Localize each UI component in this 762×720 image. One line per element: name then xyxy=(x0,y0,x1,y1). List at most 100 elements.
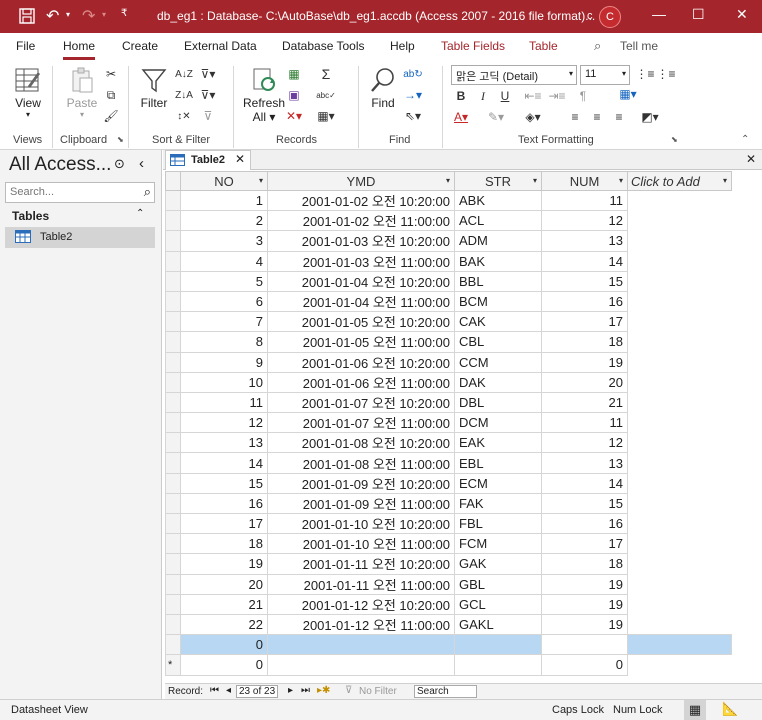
cell-num[interactable]: 15 xyxy=(541,492,628,515)
cell-num[interactable]: 14 xyxy=(541,250,628,272)
table-row[interactable]: 6 2001-01-04 오전 11:00:00 BCM 16 xyxy=(165,290,732,313)
find-button[interactable]: Find xyxy=(367,64,399,110)
row-selector[interactable] xyxy=(165,452,181,474)
table-row[interactable]: 10 2001-01-06 오전 11:00:00 DAK 20 xyxy=(165,371,732,393)
nav-search-box[interactable]: ⌕ xyxy=(5,182,155,203)
cell-empty[interactable] xyxy=(454,654,542,676)
table-row[interactable]: 14 2001-01-08 오전 11:00:00 EBL 13 xyxy=(165,452,732,474)
row-selector[interactable] xyxy=(165,533,181,555)
undo-icon[interactable]: ↶ xyxy=(46,6,59,26)
row-selector[interactable] xyxy=(165,391,181,414)
cell-num[interactable]: 20 xyxy=(541,371,628,393)
cell-no[interactable]: 18 xyxy=(180,533,268,555)
cell-empty[interactable] xyxy=(628,453,732,473)
cell-num[interactable]: 11 xyxy=(541,189,628,212)
cell-num[interactable]: 21 xyxy=(541,391,628,414)
row-selector[interactable] xyxy=(165,613,181,636)
cell-str[interactable]: DAK xyxy=(454,371,542,393)
select-icon[interactable]: ⇖▾ xyxy=(403,107,423,125)
more-records-icon[interactable]: ▦▾ xyxy=(316,107,336,125)
cell-num[interactable]: 0 xyxy=(541,654,628,676)
column-dropdown-icon[interactable]: ▾ xyxy=(259,176,263,185)
paste-button[interactable]: Paste ▾ xyxy=(66,64,98,119)
cell-num[interactable]: 17 xyxy=(541,311,628,333)
table-row[interactable]: 2 2001-01-02 오전 11:00:00 ACL 12 xyxy=(165,210,732,232)
cell-ymd[interactable]: 2001-01-03 오전 10:20:00 xyxy=(267,230,455,252)
table-row[interactable]: 8 2001-01-05 오전 11:00:00 CBL 18 xyxy=(165,331,732,353)
cell-selected[interactable] xyxy=(541,634,628,656)
record-search-field[interactable]: Search xyxy=(414,685,477,698)
row-selector[interactable] xyxy=(165,593,181,615)
cell-no[interactable]: 1 xyxy=(180,189,268,212)
new-record-icon[interactable]: ▦ xyxy=(284,65,304,83)
cell-ymd[interactable]: 2001-01-02 오전 10:20:00 xyxy=(267,189,455,212)
lightbulb-icon[interactable]: ⌕ xyxy=(594,38,601,54)
table-row[interactable]: 18 2001-01-10 오전 11:00:00 FCM 17 xyxy=(165,533,732,555)
table-row[interactable]: 13 2001-01-08 오전 10:20:00 EAK 12 xyxy=(165,432,732,454)
cell-empty[interactable] xyxy=(628,231,732,251)
dialog-launcher-icon[interactable]: ⬊ xyxy=(671,135,678,144)
row-selector[interactable] xyxy=(165,331,181,353)
nav-collapse-icon[interactable]: ‹ xyxy=(139,155,144,172)
align-center-icon[interactable]: ≡ xyxy=(587,108,607,126)
numbering-icon[interactable]: ⋮≡ xyxy=(656,65,676,83)
current-record-field[interactable]: 23 of 23 xyxy=(236,685,278,698)
new-row-marker[interactable]: * xyxy=(165,654,181,676)
table-row[interactable]: 5 2001-01-04 오전 10:20:00 BBL 15 xyxy=(165,270,732,292)
highlight-icon[interactable]: ✎▾ xyxy=(486,108,506,126)
cell-empty[interactable] xyxy=(628,392,732,412)
cell-no[interactable]: 10 xyxy=(180,371,268,393)
toggle-filter-icon[interactable]: ⊽ xyxy=(198,107,218,125)
cell-selected[interactable] xyxy=(267,634,455,656)
cell-num[interactable]: 11 xyxy=(541,412,628,434)
column-dropdown-icon[interactable]: ▾ xyxy=(446,176,450,185)
go-to-icon[interactable]: →▾ xyxy=(403,86,423,104)
cell-empty[interactable] xyxy=(628,413,732,433)
cell-ymd[interactable]: 2001-01-10 오전 10:20:00 xyxy=(267,512,455,535)
cell-ymd[interactable]: 2001-01-08 오전 10:20:00 xyxy=(267,432,455,454)
tab-create[interactable]: Create xyxy=(122,39,158,53)
cell-str[interactable]: FCM xyxy=(454,533,542,555)
cell-empty[interactable] xyxy=(628,332,732,352)
table-row[interactable]: 22 2001-01-12 오전 11:00:00 GAKL 19 xyxy=(165,613,732,636)
cell-empty[interactable] xyxy=(628,352,732,372)
cell-str[interactable]: FBL xyxy=(454,512,542,535)
cell-no[interactable]: 16 xyxy=(180,492,268,515)
row-selector[interactable] xyxy=(165,512,181,535)
cell-ymd[interactable]: 2001-01-12 오전 11:00:00 xyxy=(267,613,455,636)
new-record-row[interactable]: * 0 0 xyxy=(165,654,732,676)
first-record-icon[interactable]: ⏮ xyxy=(210,685,219,696)
totals-icon[interactable]: Σ xyxy=(316,65,336,83)
cell-num[interactable]: 12 xyxy=(541,432,628,454)
no-filter-label[interactable]: No Filter xyxy=(359,686,397,697)
collapse-ribbon-icon[interactable]: ⌃ xyxy=(741,134,749,145)
sort-ascending-icon[interactable]: A↓Z xyxy=(174,65,194,83)
decrease-indent-icon[interactable]: ⇤≡ xyxy=(523,87,543,105)
column-header-str[interactable]: STR ▾ xyxy=(454,171,542,191)
close-tab-icon[interactable]: ✕ xyxy=(235,152,245,166)
cell-ymd[interactable]: 2001-01-11 오전 10:20:00 xyxy=(267,553,455,575)
cell-empty[interactable] xyxy=(628,433,732,453)
cell-no[interactable]: 11 xyxy=(180,391,268,414)
cell-empty[interactable] xyxy=(628,291,732,311)
cell-num[interactable]: 12 xyxy=(541,210,628,232)
row-selector[interactable] xyxy=(165,472,181,494)
cell-ymd[interactable]: 2001-01-09 오전 10:20:00 xyxy=(267,472,455,494)
cell-ymd[interactable]: 2001-01-09 오전 11:00:00 xyxy=(267,492,455,515)
cell-num[interactable]: 18 xyxy=(541,553,628,575)
align-right-icon[interactable]: ≡ xyxy=(609,108,629,126)
gridlines-icon[interactable]: ▦▾ xyxy=(618,85,638,103)
cell-str[interactable]: BBL xyxy=(454,270,542,292)
cell-empty[interactable] xyxy=(628,554,732,574)
cell-no[interactable]: 17 xyxy=(180,512,268,535)
cell-str[interactable]: GCL xyxy=(454,593,542,615)
minimize-icon[interactable]: — xyxy=(652,6,666,22)
cell-no[interactable]: 14 xyxy=(180,452,268,474)
cell-no[interactable]: 8 xyxy=(180,331,268,353)
copy-icon[interactable]: ⧉ xyxy=(101,86,121,104)
increase-indent-icon[interactable]: ⇥≡ xyxy=(547,87,567,105)
cell-num[interactable]: 17 xyxy=(541,533,628,555)
align-left-icon[interactable]: ≡ xyxy=(565,108,585,126)
table-row[interactable]: 4 2001-01-03 오전 11:00:00 BAK 14 xyxy=(165,250,732,272)
sort-descending-icon[interactable]: Z↓A xyxy=(174,86,194,104)
